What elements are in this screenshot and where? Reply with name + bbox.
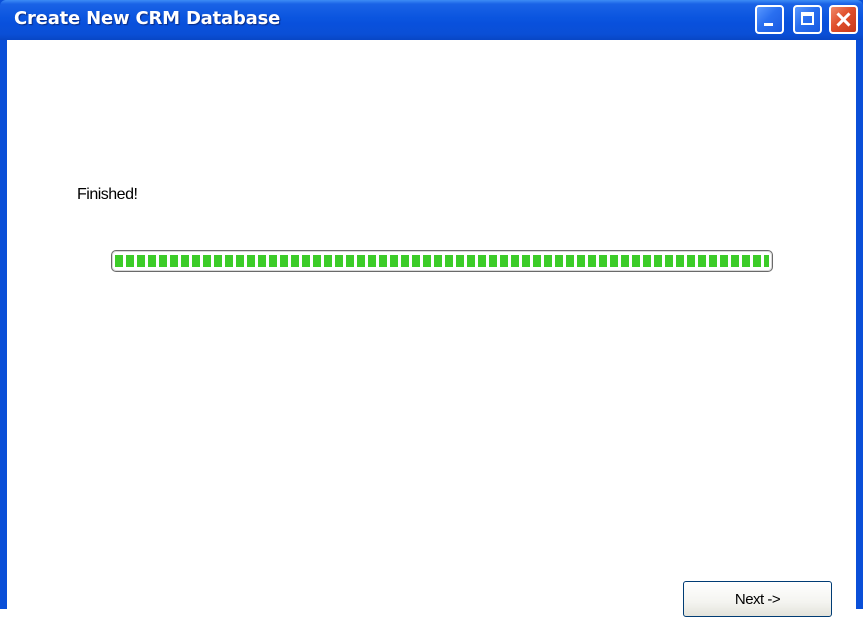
close-icon	[831, 7, 856, 32]
maximize-button[interactable]	[793, 5, 822, 34]
next-button[interactable]: Next ->	[683, 581, 832, 617]
close-button[interactable]	[829, 5, 858, 34]
progress-fill	[115, 255, 769, 267]
maximize-icon	[801, 12, 814, 25]
app-window: Create New CRM Database Finished! Next -…	[0, 0, 863, 617]
minimize-button[interactable]	[755, 5, 784, 34]
dialog-body: Finished! Next ->	[7, 40, 856, 617]
window-title: Create New CRM Database	[14, 8, 281, 29]
title-bar[interactable]: Create New CRM Database	[0, 0, 863, 40]
status-label: Finished!	[77, 186, 138, 203]
progress-bar	[111, 250, 773, 272]
minimize-icon	[764, 23, 773, 26]
